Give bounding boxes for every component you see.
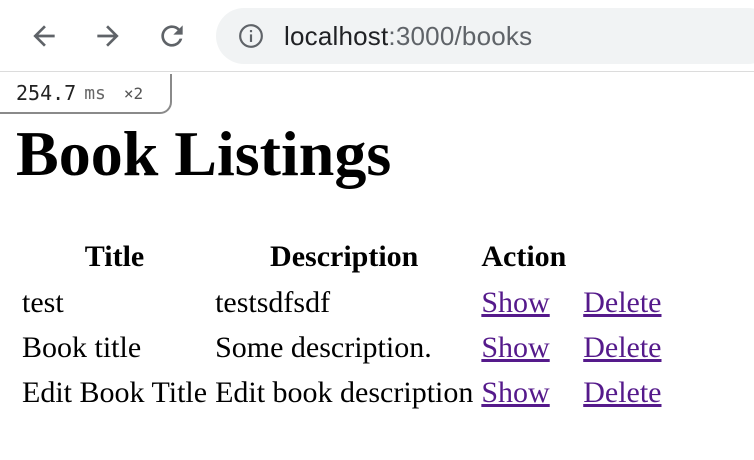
forward-arrow-icon	[97, 25, 119, 47]
books-table: Title Description Action test testsdfsdf…	[16, 234, 668, 415]
perf-unit: ms	[84, 82, 106, 104]
perf-badge: 254.7 ms ×2	[0, 74, 172, 114]
back-button[interactable]	[24, 16, 64, 56]
perf-value: 254.7	[16, 81, 77, 105]
reload-icon	[161, 25, 183, 47]
delete-link[interactable]: Delete	[583, 286, 661, 319]
back-arrow-icon	[33, 25, 55, 47]
book-description-cell: Some description.	[215, 330, 432, 364]
header-title: Title	[84, 240, 145, 273]
header-description: Description	[270, 240, 419, 273]
show-link[interactable]: Show	[481, 376, 549, 409]
book-description-cell: Edit book description	[215, 375, 474, 409]
url-path: :3000/books	[388, 21, 533, 51]
show-link[interactable]: Show	[481, 286, 549, 319]
forward-button[interactable]	[88, 16, 128, 56]
delete-link[interactable]: Delete	[583, 331, 661, 364]
book-title-cell: Book title	[22, 330, 142, 364]
delete-link[interactable]: Delete	[583, 376, 661, 409]
show-link[interactable]: Show	[481, 331, 549, 364]
table-row: test testsdfsdf Show Delete	[20, 280, 664, 325]
address-bar[interactable]: localhost:3000/books	[216, 8, 754, 64]
browser-toolbar: localhost:3000/books	[0, 0, 754, 72]
reload-button[interactable]	[152, 16, 192, 56]
url-text[interactable]: localhost:3000/books	[284, 8, 532, 64]
book-title-cell: test	[22, 285, 64, 319]
page-title: Book Listings	[16, 118, 392, 189]
table-row: Book title Some description. Show Delete	[20, 325, 664, 370]
book-actions-cell: Show Delete	[479, 370, 663, 415]
table-header-row: Title Description Action	[20, 234, 664, 280]
info-icon[interactable]	[238, 23, 264, 49]
url-host: localhost	[284, 21, 389, 51]
book-description-cell: testsdfsdf	[215, 285, 331, 319]
book-title-cell: Edit Book Title	[22, 375, 208, 409]
table-row: Edit Book Title Edit book description Sh…	[20, 370, 664, 415]
book-actions-cell: Show Delete	[479, 325, 663, 370]
header-action: Action	[481, 240, 567, 273]
book-actions-cell: Show Delete	[479, 280, 663, 325]
perf-multiplier: ×2	[123, 83, 144, 103]
